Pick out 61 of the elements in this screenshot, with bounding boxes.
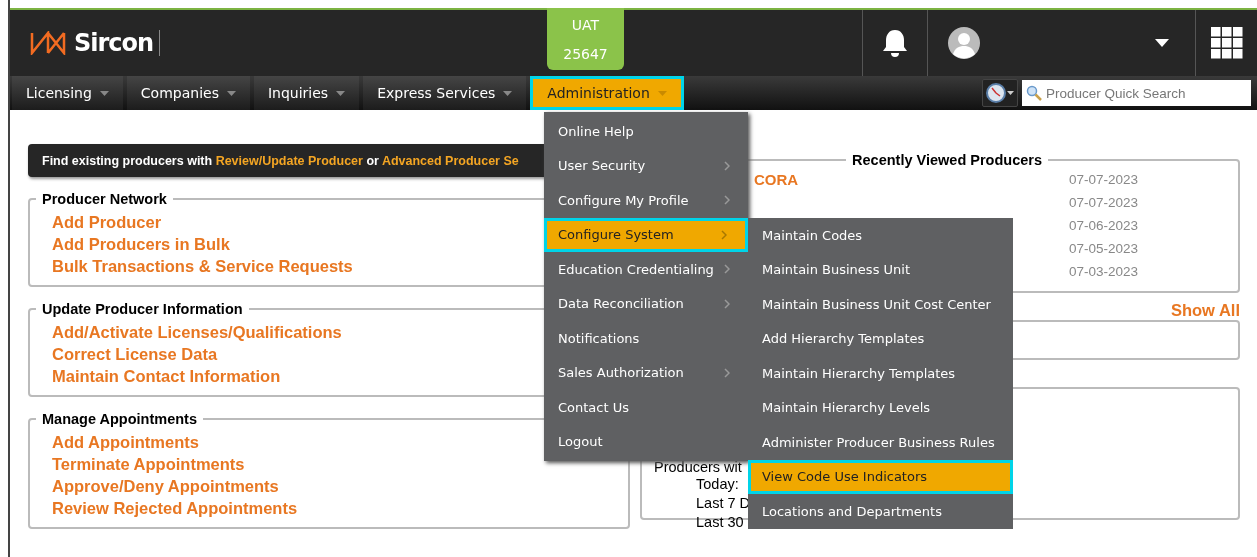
- caret-icon: [336, 90, 346, 96]
- app-grid-icon[interactable]: [1210, 27, 1243, 59]
- chevron-icon: [724, 160, 730, 171]
- viewed-date: 07-05-2023: [1068, 241, 1138, 256]
- menu-item[interactable]: Maintain Hierarchy Levels: [748, 390, 1013, 425]
- menu-item[interactable]: Maintain Business Unit Cost Center: [748, 287, 1013, 322]
- producer-search-field[interactable]: Producer Quick Search: [1022, 80, 1251, 106]
- environment-badge: UAT 25647: [547, 8, 624, 70]
- caret-icon: [503, 90, 513, 96]
- nav-tab[interactable]: Express Services: [363, 76, 527, 110]
- history-button[interactable]: [982, 79, 1018, 107]
- caret-icon: [99, 90, 109, 96]
- menu-item[interactable]: User Security: [544, 148, 748, 183]
- avatar-icon[interactable]: [948, 27, 980, 59]
- viewed-date: 07-06-2023: [1068, 218, 1138, 233]
- stats-label: Today:: [696, 475, 739, 494]
- nav-tab[interactable]: Companies: [126, 76, 250, 110]
- menu-item[interactable]: Administer Producer Business Rules: [748, 425, 1013, 460]
- section-title: Update Producer Information: [41, 301, 244, 317]
- menu-item[interactable]: Education Credentialing: [544, 252, 748, 287]
- banner-link[interactable]: Review/Update Producer: [215, 153, 363, 168]
- menu-item[interactable]: Locations and Departments: [748, 494, 1013, 529]
- section-title: Recently Viewed Producers: [851, 152, 1043, 168]
- chevron-icon: [724, 264, 730, 275]
- logo-icon: [30, 31, 66, 55]
- banner-text: Find existing producers with Review/Update Producer or Advanced Producer Se: [42, 153, 519, 168]
- chevron-icon: [721, 229, 727, 240]
- clock-icon: [986, 83, 1006, 103]
- menu-item[interactable]: Online Help: [544, 114, 748, 149]
- menu-item[interactable]: Sales Authorization: [544, 355, 748, 390]
- logo-text: Sircon: [74, 30, 161, 56]
- menu-item[interactable]: Configure My Profile: [544, 183, 748, 218]
- notification-bell-icon[interactable]: [881, 28, 909, 58]
- caret-icon: [657, 90, 667, 96]
- stats-heading: Producers wit: [654, 459, 742, 475]
- menu-item[interactable]: Configure System: [544, 217, 748, 252]
- viewed-date: 07-07-2023: [1068, 195, 1138, 210]
- menu-item[interactable]: Data Reconciliation: [544, 286, 748, 321]
- dropdown-caret-icon[interactable]: [1155, 39, 1169, 47]
- chevron-icon: [724, 195, 730, 206]
- banner-link[interactable]: Advanced Producer Se: [381, 153, 519, 168]
- menu-item[interactable]: Contact Us: [544, 390, 748, 425]
- nav-tab[interactable]: Inquiries: [253, 76, 360, 110]
- menu-item[interactable]: Maintain Hierarchy Templates: [748, 356, 1013, 391]
- nav-tab[interactable]: Licensing: [12, 76, 123, 110]
- menu-item[interactable]: View Code Use Indicators: [748, 459, 1013, 494]
- caret-icon: [1007, 91, 1014, 95]
- stats-label: Last 30: [696, 513, 744, 532]
- caret-icon: [226, 90, 236, 96]
- menu-item[interactable]: Notifications: [544, 321, 748, 356]
- section-title: Manage Appointments: [41, 411, 198, 427]
- menu-item[interactable]: Maintain Codes: [748, 218, 1013, 253]
- menu-item[interactable]: Add Hierarchy Templates: [748, 321, 1013, 356]
- viewed-date: 07-03-2023: [1068, 264, 1138, 279]
- viewed-date: 07-07-2023: [1068, 172, 1138, 187]
- section-title: Producer Network: [41, 191, 168, 207]
- menu-item[interactable]: Maintain Business Unit: [748, 252, 1013, 287]
- nav-tab[interactable]: Administration: [530, 76, 684, 110]
- menu-item[interactable]: Logout: [544, 424, 748, 459]
- chevron-icon: [724, 367, 730, 378]
- chevron-icon: [724, 298, 730, 309]
